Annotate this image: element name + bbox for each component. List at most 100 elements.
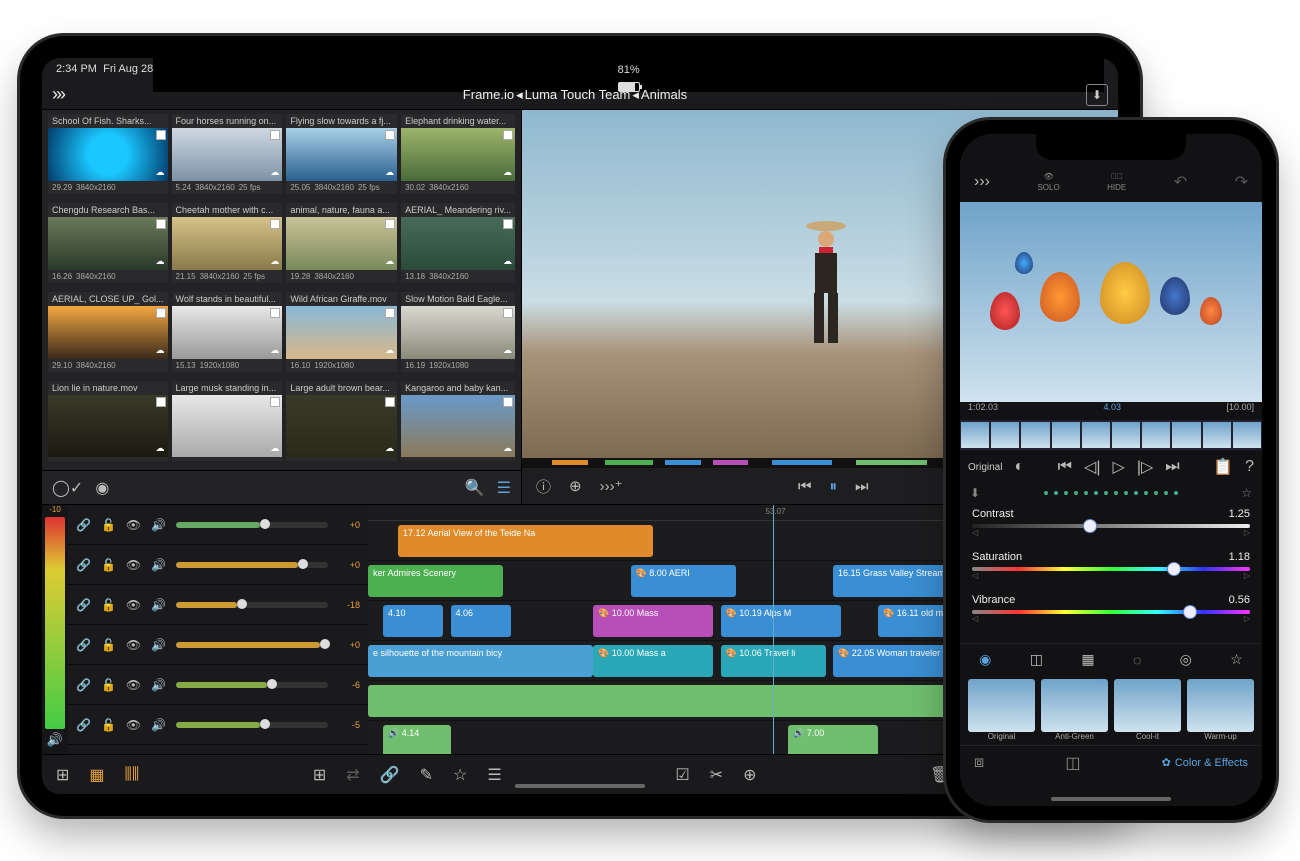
pause-icon[interactable]: ⏸: [829, 478, 837, 495]
volume-slider[interactable]: [176, 642, 328, 648]
link-icon[interactable]: 🔗: [380, 765, 400, 785]
timeline-clip[interactable]: 4.10: [383, 605, 443, 637]
transition-icon[interactable]: ⇄: [346, 765, 359, 785]
volume-slider[interactable]: [176, 602, 328, 608]
adjust-icon[interactable]: ◫: [1065, 753, 1080, 773]
ph-play-icon[interactable]: ▷: [1113, 457, 1125, 477]
crumb-1[interactable]: Luma Touch Team: [525, 87, 631, 103]
library-clip[interactable]: AERIAL, CLOSE UP_ Gol...29.103840x2160: [48, 292, 168, 372]
timeline-clip[interactable]: 🔊 7.00: [788, 725, 878, 754]
color-effects-button[interactable]: ✿Color & Effects: [1162, 756, 1248, 769]
spiral-tab-icon[interactable]: ◎: [1180, 651, 1192, 668]
star-tab-icon[interactable]: ☆: [1230, 651, 1243, 668]
cut-icon[interactable]: ✂: [710, 765, 723, 785]
prev-icon[interactable]: ⏮: [798, 478, 812, 495]
mute-icon[interactable]: 🔊: [151, 638, 166, 652]
playhead[interactable]: [773, 505, 774, 754]
ph-step-fwd-icon[interactable]: |▷: [1137, 457, 1153, 477]
timeline-clip[interactable]: 🎨 10.00 Mass a: [593, 645, 713, 677]
info-icon[interactable]: ⓘ: [536, 476, 551, 497]
hide-button[interactable]: 👁⃠HIDE: [1107, 172, 1126, 192]
library-clip[interactable]: Cheetah mother with c...21.153840x216025…: [172, 203, 283, 283]
add-icon[interactable]: ⊕: [743, 765, 756, 785]
link-icon[interactable]: 🔗: [76, 558, 91, 572]
volume-slider[interactable]: [176, 522, 328, 528]
preset-cool-it[interactable]: Cool-it: [1114, 679, 1181, 741]
master-volume-icon[interactable]: 🔊: [42, 732, 68, 754]
visibility-icon[interactable]: 👁: [126, 638, 141, 652]
download-preset-icon[interactable]: ⬇: [970, 486, 980, 500]
help-icon[interactable]: ?: [1245, 458, 1254, 476]
timeline-clip[interactable]: 17.12 Aerial View of the Teide Na: [398, 525, 653, 557]
lock-icon[interactable]: 🔓: [101, 558, 116, 572]
crop-icon[interactable]: ⧈: [974, 754, 984, 772]
add-clip-icon[interactable]: ⊞: [313, 765, 326, 785]
volume-slider[interactable]: [176, 682, 328, 688]
timeline-clip[interactable]: ker Admires Scenery: [368, 565, 503, 597]
original-toggle[interactable]: Original: [968, 462, 1002, 473]
favorite-preset-icon[interactable]: ☆: [1241, 486, 1252, 500]
mute-icon[interactable]: 🔊: [151, 678, 166, 692]
phone-filmstrip[interactable]: [960, 420, 1262, 450]
crumb-0[interactable]: Frame.io: [463, 87, 514, 103]
phone-home-indicator[interactable]: [1051, 797, 1171, 801]
library-clip[interactable]: AERIAL_ Meandering riv...13.183840x2160: [401, 203, 515, 283]
breadcrumb[interactable]: Frame.io◂ Luma Touch Team◂ Animals: [463, 87, 687, 103]
lock-icon[interactable]: 🔓: [101, 518, 116, 532]
visibility-icon[interactable]: 👁: [126, 598, 141, 612]
link-icon[interactable]: 🔗: [76, 718, 91, 732]
clipboard-icon[interactable]: 📋: [1213, 457, 1233, 477]
timeline-clip[interactable]: e silhouette of the mountain bicy: [368, 645, 593, 677]
undo-icon[interactable]: ↶: [1174, 172, 1187, 192]
visibility-icon[interactable]: 👁: [126, 518, 141, 532]
library-clip[interactable]: Large musk standing in...: [172, 381, 283, 461]
timeline-clip[interactable]: 🔊 4.14: [383, 725, 451, 754]
record-icon[interactable]: ◉: [95, 478, 109, 498]
effects-icon[interactable]: ›››⁺: [600, 477, 623, 495]
library-clip[interactable]: Lion lie in nature.mov: [48, 381, 168, 461]
edit-icon[interactable]: ✎: [420, 765, 433, 785]
phone-preview[interactable]: [960, 202, 1262, 402]
preset-warm-up[interactable]: Warm-up: [1187, 679, 1254, 741]
ph-step-back-icon[interactable]: ◁|: [1084, 457, 1100, 477]
toggle-icon[interactable]: ◐: [1014, 458, 1024, 476]
preset-anti-green[interactable]: ✓Anti-Green: [1041, 679, 1108, 741]
lock-icon[interactable]: 🔓: [101, 718, 116, 732]
mute-icon[interactable]: 🔊: [151, 558, 166, 572]
visibility-icon[interactable]: 👁: [126, 678, 141, 692]
add-track-icon[interactable]: ⊞: [56, 765, 69, 785]
timeline-clip[interactable]: 4.06: [451, 605, 511, 637]
preset-original[interactable]: Original: [968, 679, 1035, 741]
slider-vibrance[interactable]: Vibrance0.56◁▷: [972, 594, 1250, 623]
lock-icon[interactable]: 🔓: [101, 678, 116, 692]
library-clip[interactable]: School Of Fish. Sharks...29.293840x2160: [48, 114, 168, 194]
download-icon[interactable]: ⬇: [1086, 84, 1108, 106]
library-clip[interactable]: Large adult brown bear...: [286, 381, 397, 461]
visibility-icon[interactable]: 👁: [126, 718, 141, 732]
select-all-icon[interactable]: ◯✓: [52, 478, 83, 498]
crumb-2[interactable]: Animals: [641, 87, 687, 103]
volume-slider[interactable]: [176, 722, 328, 728]
link-icon[interactable]: 🔗: [76, 678, 91, 692]
library-clip[interactable]: Four horses running on...5.243840x216025…: [172, 114, 283, 194]
library-clip[interactable]: Flying slow towards a fj...25.053840x216…: [286, 114, 397, 194]
blur-tab-icon[interactable]: ◌: [1133, 652, 1141, 668]
visibility-icon[interactable]: 👁: [126, 558, 141, 572]
mute-icon[interactable]: 🔊: [151, 518, 166, 532]
volume-slider[interactable]: [176, 562, 328, 568]
view-mode-1-icon[interactable]: ▦: [89, 765, 104, 785]
color-tab-icon[interactable]: ◉: [979, 651, 991, 668]
redo-icon[interactable]: ↷: [1235, 172, 1248, 192]
library-clip[interactable]: Wild African Giraffe.mov16.101920x1080: [286, 292, 397, 372]
cube-tab-icon[interactable]: ◫: [1030, 651, 1043, 668]
mute-icon[interactable]: 🔊: [151, 718, 166, 732]
marker-add-icon[interactable]: ⊕: [569, 477, 582, 495]
next-icon[interactable]: ⏭: [855, 478, 869, 495]
select-icon[interactable]: ☑: [675, 765, 689, 785]
timeline-clip[interactable]: 🎨 8.00 AERI: [631, 565, 736, 597]
link-icon[interactable]: 🔗: [76, 598, 91, 612]
timeline-clip[interactable]: 🎨 10.00 Mass: [593, 605, 713, 637]
lock-icon[interactable]: 🔓: [101, 638, 116, 652]
mute-icon[interactable]: 🔊: [151, 598, 166, 612]
library-clip[interactable]: Wolf stands in beautiful...15.131920x108…: [172, 292, 283, 372]
